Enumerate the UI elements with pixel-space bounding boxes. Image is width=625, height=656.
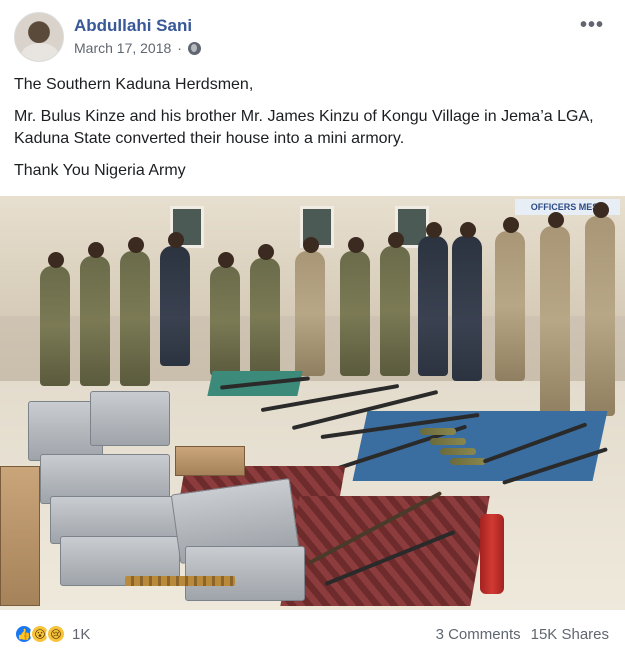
head xyxy=(548,212,564,228)
soldier-figure xyxy=(340,237,370,376)
facebook-post: Abdullahi Sani March 17, 2018 · ••• The … xyxy=(0,0,625,656)
soldier-figure xyxy=(250,244,280,376)
reaction-count: 1K xyxy=(72,625,91,643)
post-stats: 3 Comments 15K Shares xyxy=(436,626,609,643)
soldier-figure xyxy=(495,217,525,381)
post-header: Abdullahi Sani March 17, 2018 · ••• xyxy=(14,12,614,64)
tarp xyxy=(352,411,608,481)
author-name-link[interactable]: Abdullahi Sani xyxy=(74,16,192,36)
post-text: The Southern Kaduna Herdsmen, Mr. Bulus … xyxy=(14,74,614,192)
red-gas-cylinder xyxy=(480,514,504,594)
head xyxy=(168,232,184,248)
globe-icon[interactable] xyxy=(187,41,201,55)
general-figure xyxy=(540,212,570,416)
post-paragraph: Thank You Nigeria Army xyxy=(14,162,186,179)
comments-count-link[interactable]: 3 Comments xyxy=(436,626,521,643)
rocket-round xyxy=(450,458,486,465)
post-meta: March 17, 2018 · xyxy=(74,40,201,56)
head xyxy=(218,252,234,268)
ammo-box xyxy=(185,546,305,601)
head xyxy=(388,232,404,248)
officer-figure xyxy=(418,222,448,376)
head xyxy=(48,252,64,268)
soldier-figure xyxy=(210,252,240,376)
post-paragraph: The Southern Kaduna Herdsmen, xyxy=(14,76,254,93)
post-footer: 👍 😮 😢 1K 3 Comments 15K Shares xyxy=(0,616,625,656)
shares-count-link[interactable]: 15K Shares xyxy=(531,626,609,643)
woven-mat xyxy=(280,496,490,606)
post-photo[interactable]: OFFICERS MESS xyxy=(0,196,625,610)
soldier-figure xyxy=(120,237,150,386)
soldier-figure xyxy=(585,202,615,416)
head xyxy=(258,244,274,260)
head xyxy=(303,237,319,253)
wooden-crate xyxy=(0,466,40,606)
wooden-crate xyxy=(175,446,245,476)
post-paragraph: Mr. Bulus Kinze and his brother Mr. Jame… xyxy=(14,108,594,147)
more-options-icon[interactable]: ••• xyxy=(580,14,604,37)
avatar-figure xyxy=(21,43,59,61)
post-date-link[interactable]: March 17, 2018 xyxy=(74,40,171,56)
rocket-round xyxy=(420,428,456,435)
rocket-round xyxy=(430,438,466,445)
head xyxy=(426,222,442,238)
head xyxy=(128,237,144,253)
ammo-belt xyxy=(125,576,235,586)
author-avatar[interactable] xyxy=(14,12,64,62)
head xyxy=(593,202,609,218)
sad-icon: 😢 xyxy=(46,624,66,644)
soldier-figure xyxy=(80,242,110,386)
head xyxy=(88,242,104,258)
head xyxy=(348,237,364,253)
head xyxy=(460,222,476,238)
ammo-box xyxy=(90,391,170,446)
soldier-figure xyxy=(295,237,325,376)
head xyxy=(503,217,519,233)
separator-dot: · xyxy=(177,40,182,56)
officer-figure xyxy=(160,232,190,366)
officer-figure xyxy=(452,222,482,381)
reactions-summary[interactable]: 👍 😮 😢 1K xyxy=(14,624,90,644)
soldier-figure xyxy=(380,232,410,376)
rocket-round xyxy=(440,448,476,455)
soldier-figure xyxy=(40,252,70,386)
